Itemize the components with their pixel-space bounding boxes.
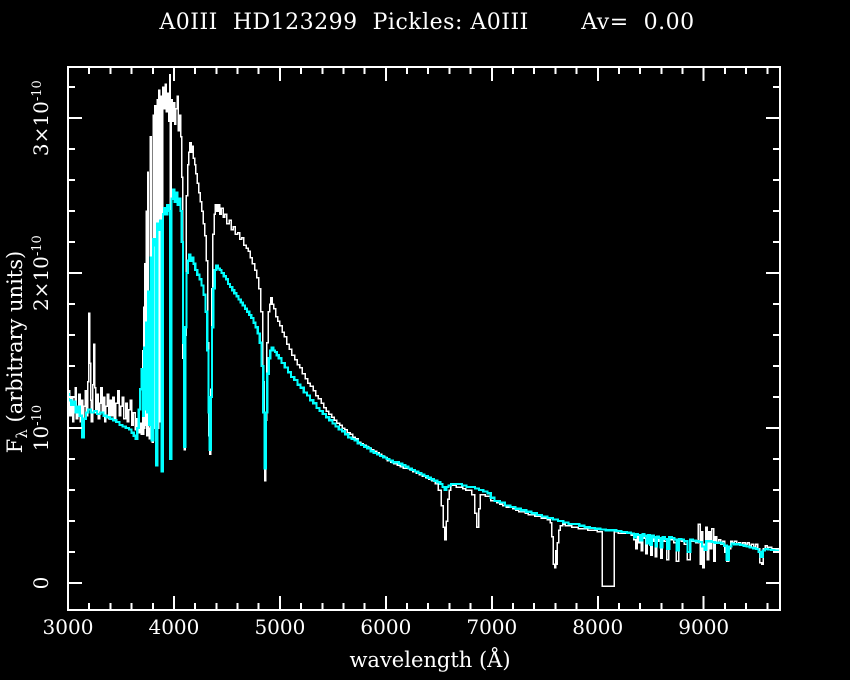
- x-axis-title: wavelength (Å): [349, 647, 510, 672]
- series-line-pickles-a0iii: [68, 189, 780, 559]
- x-tick-label: 5000: [254, 615, 305, 639]
- spectrum-chart: A0III HD123299 Pickles: A0III Av= 0.00 3…: [0, 0, 850, 680]
- plot-frame: [68, 67, 780, 610]
- x-tick-label: 9000: [678, 615, 729, 639]
- x-tick-label: 7000: [466, 615, 517, 639]
- y-axis-title-subscript: λ: [13, 429, 31, 439]
- y-axis-title: Fλ (arbitrary units): [3, 251, 31, 453]
- chart-title: A0III HD123299 Pickles: A0III Av= 0.00: [158, 10, 694, 35]
- series-line-hd123299: [68, 75, 780, 586]
- spectral-plot-window: A0III HD123299 Pickles: A0III Av= 0.00 3…: [0, 0, 850, 680]
- y-tick-label: 0: [29, 577, 53, 590]
- y-tick-label: 3×10-10: [29, 80, 53, 156]
- series-layer: [68, 75, 780, 586]
- x-tick-label: 6000: [360, 615, 411, 639]
- y-tick-label: 10-10: [29, 405, 53, 451]
- y-tick-label: 2×10-10: [29, 235, 53, 311]
- x-tick-label: 3000: [43, 615, 94, 639]
- y-axis-title-main: F: [3, 439, 27, 454]
- x-tick-label: 4000: [148, 615, 199, 639]
- x-tick-label: 8000: [572, 615, 623, 639]
- y-axis-title-rest: (arbitrary units): [3, 251, 27, 429]
